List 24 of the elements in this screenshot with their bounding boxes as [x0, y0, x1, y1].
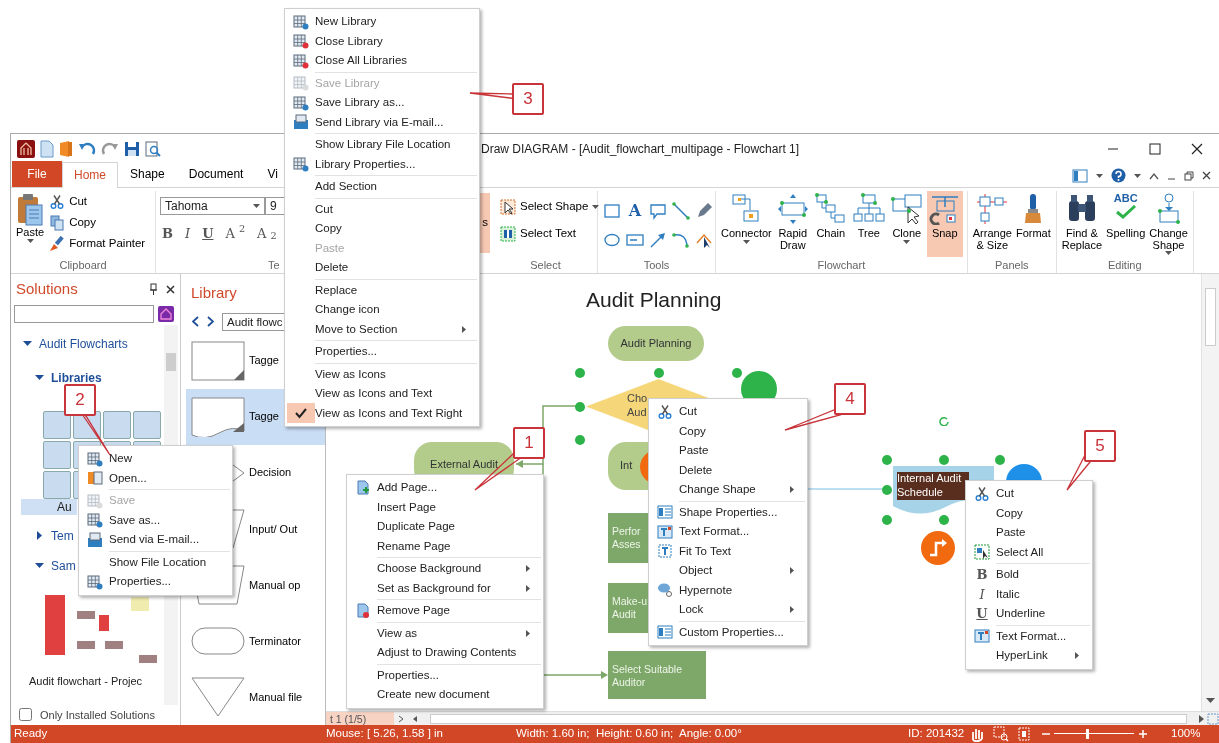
callout-number: 1	[513, 427, 545, 459]
group-label: Panels	[993, 258, 1030, 273]
callout-number: 4	[834, 383, 866, 415]
mouse-position: Mouse: [ 5.26, 1.58 ] in	[326, 726, 443, 742]
zoom-percent: 100%	[1171, 726, 1201, 742]
shape-text: Internal Audit Schedule	[897, 472, 969, 500]
status-text: Ready	[14, 726, 48, 742]
group-label: Te	[268, 258, 280, 273]
page-title: Audit Planning	[586, 287, 722, 313]
shape-size: Width: 1.60 in; Height: 0.60 in; Angle: 0.00°	[516, 726, 742, 742]
group-label: Tools	[642, 258, 671, 273]
callout-number: 2	[64, 384, 96, 416]
panel-title: Library	[191, 283, 237, 303]
group-label: Select	[529, 258, 562, 273]
shape-text: Cho Aud	[627, 391, 649, 420]
shape-id: ID: 201432	[908, 726, 965, 742]
group-label: Flowchart	[816, 258, 867, 273]
callout-number: 5	[1084, 430, 1116, 462]
panel-title: Solutions	[16, 279, 78, 299]
callout-number: 3	[512, 83, 544, 115]
group-label: Editing	[1106, 258, 1143, 273]
window-title: Draw DIAGRAM - [Audit_flowchart_multipage - Flowchart 1]	[481, 141, 801, 158]
checkbox-label: Only Installed Solutions	[40, 707, 155, 723]
group-label: Clipboard	[58, 258, 108, 273]
